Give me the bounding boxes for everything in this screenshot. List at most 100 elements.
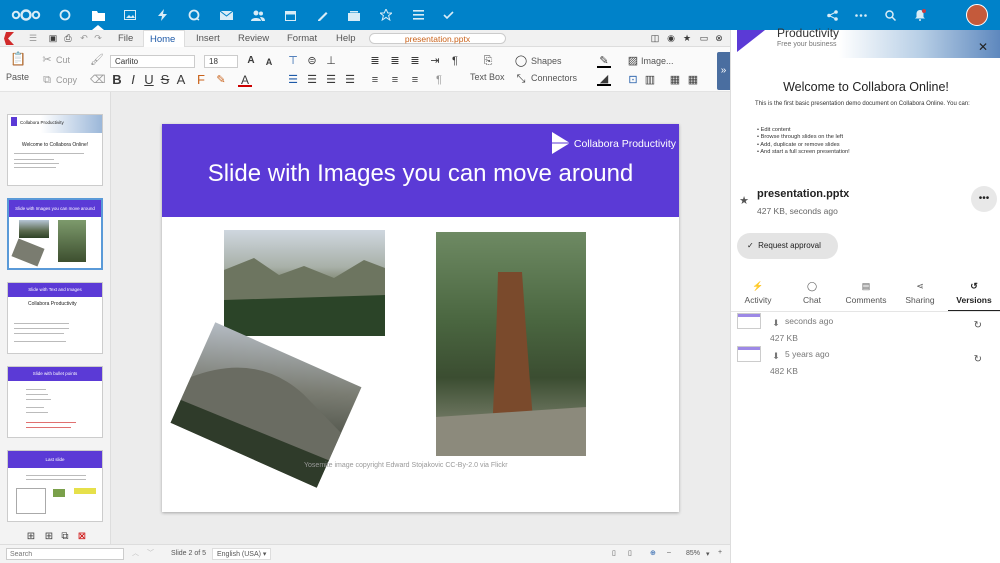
file-actions-button[interactable]: •••: [971, 186, 997, 212]
tab-format[interactable]: Format: [281, 30, 323, 47]
line-spacing-icon[interactable]: ≡: [368, 73, 382, 87]
language-select[interactable]: English (USA) ▾: [212, 548, 272, 560]
close-document-icon[interactable]: ⊗: [712, 31, 726, 45]
add-slide-icon[interactable]: ⊞: [42, 530, 56, 544]
pilcrow-icon[interactable]: ¶: [448, 54, 462, 68]
align-center-icon[interactable]: ☰: [305, 73, 319, 87]
search-next-icon[interactable]: ﹀: [147, 548, 154, 558]
numbered-list-icon[interactable]: ≣: [388, 54, 402, 68]
justify-icon[interactable]: ☰: [343, 73, 357, 87]
outline-icon[interactable]: ≣: [408, 54, 422, 68]
align-center-vertical-icon[interactable]: ⊜: [305, 54, 319, 68]
align-bottom-icon[interactable]: ⊥: [324, 54, 338, 68]
request-approval-button[interactable]: ✓ Request approval: [737, 233, 838, 259]
tab-review[interactable]: Review: [232, 30, 275, 47]
activity-icon[interactable]: [147, 0, 177, 30]
grow-font-icon[interactable]: A: [244, 54, 258, 68]
restore-version-icon[interactable]: ↻: [974, 320, 982, 331]
cut-button[interactable]: Cut: [56, 55, 70, 65]
zoom-dropdown-icon[interactable]: ▾: [706, 550, 710, 558]
calendar-icon[interactable]: [275, 0, 305, 30]
undo-icon[interactable]: ↶: [77, 31, 91, 45]
tab-versions[interactable]: ↺ Versions: [948, 281, 1000, 305]
underline-icon[interactable]: U: [142, 73, 156, 87]
document-canvas[interactable]: Collabora Productivity Slide with Images…: [111, 92, 730, 544]
connectors-icon[interactable]: ⤡: [514, 72, 528, 86]
shapes-icon[interactable]: ◯: [514, 54, 528, 68]
nextcloud-logo[interactable]: [8, 0, 44, 30]
shadow-icon[interactable]: A: [174, 73, 188, 87]
search-input[interactable]: [6, 548, 124, 560]
connectors-button[interactable]: Connectors: [531, 73, 577, 83]
save-icon[interactable]: ▣: [46, 31, 60, 45]
bullet-list-icon[interactable]: ≣: [368, 54, 382, 68]
slide-thumbnail[interactable]: Collabora Productivity Welcome to Collab…: [7, 114, 103, 186]
slide[interactable]: Collabora Productivity Slide with Images…: [162, 124, 679, 512]
font-name-select[interactable]: Carlito: [110, 55, 195, 68]
tab-file[interactable]: File: [112, 30, 139, 47]
version-time[interactable]: seconds ago: [785, 316, 833, 326]
copy-button[interactable]: Copy: [56, 75, 77, 85]
photos-icon[interactable]: [115, 0, 145, 30]
checkmark-icon[interactable]: [433, 0, 463, 30]
talk-icon[interactable]: [179, 0, 209, 30]
clear-format-icon[interactable]: ⌫: [90, 73, 106, 87]
giant-sequoia-image[interactable]: [436, 232, 586, 456]
tab-activity[interactable]: ⚡ Activity: [732, 281, 784, 305]
font-color-icon[interactable]: A: [238, 73, 252, 87]
search-icon[interactable]: [875, 0, 905, 30]
highlight-color-icon[interactable]: ✎: [214, 73, 228, 87]
accessibility-icon[interactable]: ◉: [664, 31, 678, 45]
line-color-icon[interactable]: ✎: [597, 54, 611, 68]
slide-thumbnail[interactable]: Last slide: [7, 450, 103, 522]
notes-icon[interactable]: [307, 0, 337, 30]
fit-zoom-icon[interactable]: ⊕: [650, 549, 656, 557]
italic-icon[interactable]: I: [126, 73, 140, 87]
duplicate-slide-icon[interactable]: ⧉: [58, 530, 72, 544]
version-time[interactable]: 5 years ago: [785, 349, 829, 359]
clipboard-icon[interactable]: 📋: [10, 52, 26, 66]
rtl-pilcrow-icon[interactable]: ¶: [432, 73, 446, 87]
bold-icon[interactable]: B: [110, 73, 124, 87]
download-icon[interactable]: ⬇: [769, 349, 783, 363]
tasks-icon[interactable]: [403, 0, 433, 30]
collapse-sidebar-button[interactable]: »: [717, 52, 730, 90]
sidebar-view-icon[interactable]: ◫: [648, 31, 662, 45]
search-previous-icon[interactable]: ︿: [132, 548, 139, 558]
restore-version-icon[interactable]: ↻: [974, 354, 982, 365]
paragraph-spacing-icon[interactable]: ≡: [388, 73, 402, 87]
font-size-select[interactable]: 18: [204, 55, 238, 68]
cut-icon[interactable]: ✂: [40, 53, 54, 67]
fill-color-icon[interactable]: ◢: [597, 72, 611, 86]
insert-frame-icon[interactable]: ⊡: [626, 73, 640, 87]
align-left-icon[interactable]: ☰: [286, 73, 300, 87]
tab-insert[interactable]: Insert: [190, 30, 226, 47]
zoom-out-icon[interactable]: –: [667, 549, 671, 556]
redo-icon[interactable]: ↷: [91, 31, 105, 45]
insert-table-icon-2[interactable]: ▦: [686, 73, 700, 87]
image-button[interactable]: Image...: [641, 56, 674, 66]
page-icon[interactable]: ▯: [612, 549, 616, 557]
paste-button[interactable]: Paste: [6, 72, 29, 82]
tab-home[interactable]: Home: [143, 30, 185, 47]
copy-icon[interactable]: ⧉: [40, 73, 54, 87]
deck-icon[interactable]: [339, 0, 369, 30]
align-right-icon[interactable]: ☰: [324, 73, 338, 87]
close-icon[interactable]: ✕: [978, 40, 988, 54]
tab-comments[interactable]: ▤ Comments: [840, 281, 892, 305]
presentation-icon[interactable]: ▭: [697, 31, 711, 45]
document-name-field[interactable]: presentation.pptx: [369, 33, 506, 44]
delete-slide-icon[interactable]: ⊠: [75, 530, 89, 544]
files-icon[interactable]: [83, 0, 113, 30]
format-paintbrush-icon[interactable]: 🖌: [90, 53, 104, 67]
tab-help[interactable]: Help: [330, 30, 362, 47]
zoom-in-icon[interactable]: +: [718, 549, 722, 556]
tab-chat[interactable]: ◯ Chat: [786, 281, 838, 305]
indent-icon[interactable]: ⇥: [428, 54, 442, 68]
yosemite-valley-image[interactable]: [224, 230, 385, 336]
avatar[interactable]: [966, 4, 988, 26]
new-slide-icon[interactable]: ⊞: [24, 530, 38, 544]
favorite-star-icon[interactable]: ★: [737, 194, 751, 208]
sidebar-toggle-icon[interactable]: ☰: [26, 31, 40, 45]
shrink-font-icon[interactable]: A: [262, 55, 276, 69]
